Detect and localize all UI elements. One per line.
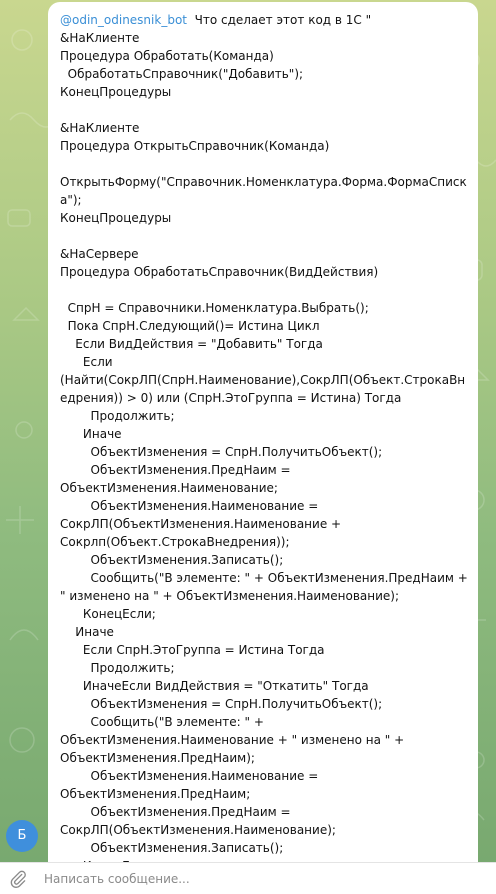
message-composer bbox=[0, 862, 496, 894]
message-bubble: @odin_odinesnik_bot Что сделает этот код… bbox=[48, 2, 478, 862]
avatar[interactable]: Б bbox=[6, 820, 38, 852]
chat-area[interactable]: @odin_odinesnik_bot Что сделает этот код… bbox=[0, 0, 496, 862]
paperclip-icon[interactable] bbox=[8, 869, 28, 889]
message-input[interactable] bbox=[40, 867, 488, 891]
message-body: Что сделает этот код в 1С " &НаКлиенте П… bbox=[60, 13, 468, 862]
message-text: @odin_odinesnik_bot Что сделает этот код… bbox=[60, 11, 468, 862]
bot-mention-link[interactable]: @odin_odinesnik_bot bbox=[60, 13, 187, 27]
